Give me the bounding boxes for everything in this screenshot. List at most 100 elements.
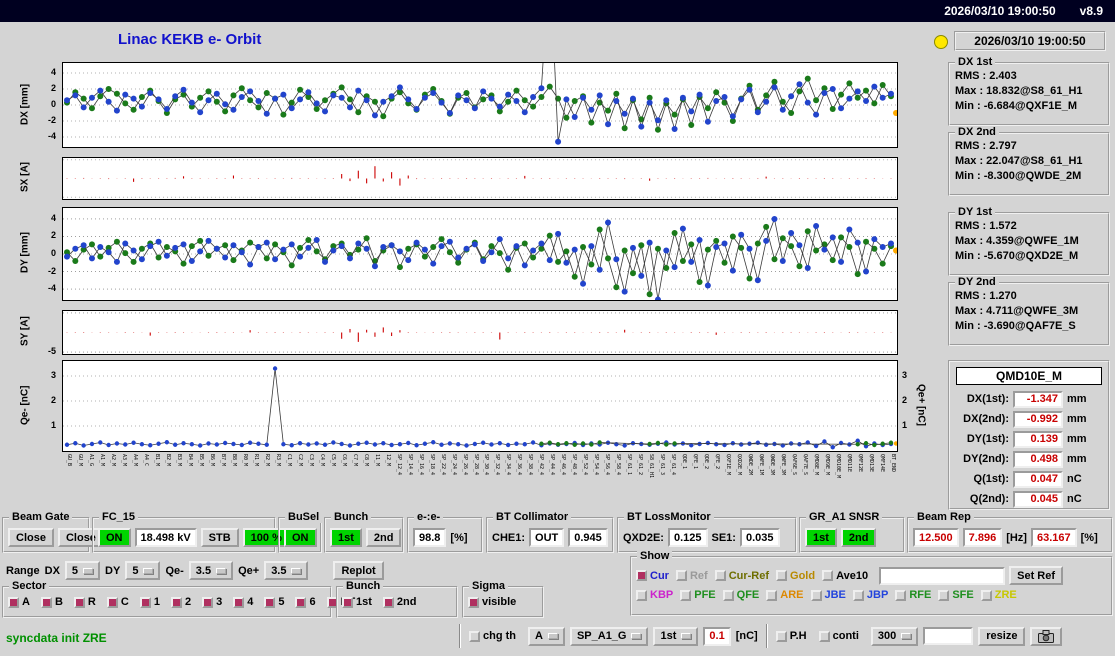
monitor-select[interactable]: SP_A1_G [569, 626, 649, 646]
che1-value[interactable]: 0.945 [568, 528, 608, 547]
bunch-1st-button[interactable]: 1st [330, 528, 362, 547]
range-qe-plus-value: 3.5 [271, 564, 287, 577]
y-tick-label: 2 [50, 83, 56, 93]
se1-value[interactable]: 0.035 [739, 528, 780, 547]
checkbox-label: 1st [356, 596, 372, 608]
checkbox-a[interactable]: A [8, 596, 30, 608]
x-axis-label: QAF6E_S [791, 454, 798, 476]
resize-button[interactable]: resize [978, 626, 1026, 646]
x-axis-label: SP_61_1 [626, 454, 633, 476]
bunch-select[interactable]: 1st [653, 626, 699, 646]
snsr-1st-button[interactable]: 1st [805, 528, 837, 547]
y-tick-label: -4 [47, 283, 56, 294]
fc15-stb-button[interactable]: STB [200, 528, 239, 547]
threshold-value[interactable]: 0.1 [703, 626, 731, 646]
qxd2e-value[interactable]: 0.125 [667, 528, 708, 547]
beam-rep-value-2[interactable]: 7.896 [962, 528, 1003, 547]
interval-input[interactable] [923, 627, 974, 645]
x-axis-label: C4_M [318, 454, 325, 467]
checkbox-p-h[interactable]: P.H [775, 630, 807, 642]
ref-file-input[interactable] [879, 566, 1006, 585]
checkbox-cur[interactable]: Cur [636, 570, 669, 582]
checkbox-qfe[interactable]: QFE [722, 589, 759, 601]
checkbox-2nd[interactable]: 2nd [382, 596, 416, 608]
checkbox-chg-th[interactable]: chg th [469, 630, 516, 642]
x-axis-label: SP_61_2 [637, 454, 644, 476]
x-axis-label: B1_M [153, 454, 160, 467]
checkbox-indicator [852, 589, 864, 601]
checkbox-cur-ref[interactable]: Cur-Ref [714, 570, 769, 582]
stat-min: Min : -5.670@QXD2E_M [955, 250, 1079, 262]
checkbox-indicator [202, 596, 214, 608]
bunch-2nd-button[interactable]: 2nd [365, 528, 402, 547]
fc15-on-button[interactable]: ON [98, 528, 131, 547]
camera-icon [1038, 629, 1055, 643]
checkbox-conti[interactable]: conti [818, 630, 859, 642]
bunch-select-frame: Bunch 1st 2nd [324, 511, 404, 553]
monitor-unit: mm [1067, 393, 1087, 405]
frame-title: Beam Gate [9, 511, 73, 523]
checkbox-label: PFE [694, 589, 716, 601]
checkbox-4[interactable]: 4 [233, 596, 253, 608]
checkbox-sfe[interactable]: SFE [938, 589, 974, 601]
checkbox-indicator [382, 596, 394, 608]
monitor-unit: mm [1067, 433, 1087, 445]
fc15-kv-value[interactable]: 18.498 kV [134, 528, 197, 547]
che1-state[interactable]: OUT [529, 528, 565, 547]
x-axis-label: QDE_2 [703, 454, 710, 470]
range-qe-minus-select[interactable]: 3.5 [188, 561, 234, 580]
checkbox-kbp[interactable]: KBP [636, 589, 673, 601]
x-axis-label: R3_M [274, 454, 281, 467]
checkbox-1st[interactable]: 1st [342, 596, 372, 608]
checkbox-6[interactable]: 6 [295, 596, 316, 608]
che1-label: CHE1: [492, 531, 526, 544]
x-axis-label: R2_M [263, 454, 270, 467]
checkbox-gold[interactable]: Gold [776, 570, 815, 582]
range-dy-select[interactable]: 5 [125, 561, 161, 580]
checkbox-rfe[interactable]: RFE [895, 589, 931, 601]
checkbox-indicator [264, 596, 276, 608]
y-tick-label: 3 [50, 370, 56, 380]
checkbox-b[interactable]: B [40, 596, 63, 608]
status-bar-controls: chg th A SP_A1_G 1st 0.1 [nC] P.H conti … [456, 624, 1063, 648]
checkbox-pfe[interactable]: PFE [680, 589, 716, 601]
beam-rep-value-3[interactable]: 63.167 [1030, 528, 1077, 547]
checkbox-zre[interactable]: ZRE [980, 589, 1017, 601]
checkbox-c[interactable]: C [106, 596, 129, 608]
checkbox-2[interactable]: 2 [170, 596, 191, 608]
interval-select[interactable]: 300 [870, 626, 919, 646]
beam-gate-close-button-1[interactable]: Close [8, 528, 54, 547]
checkbox-1[interactable]: 1 [139, 596, 160, 608]
dy-axis-title: DY [mm] [19, 232, 31, 274]
busel-on-button[interactable]: ON [284, 528, 317, 547]
x-axis-label: QAF7E_S [802, 454, 809, 476]
checkbox-3[interactable]: 3 [202, 596, 222, 608]
range-dx-select[interactable]: 5 [64, 561, 101, 580]
stat-max: Max : 22.047@S8_61_H1 [955, 155, 1083, 167]
range-label: Range [6, 564, 40, 577]
replot-button[interactable]: Replot [333, 561, 384, 580]
separator [765, 624, 768, 648]
checkbox-r[interactable]: R [73, 596, 96, 608]
checkbox-are[interactable]: ARE [766, 589, 804, 601]
x-axis-label: QFE_2 [714, 454, 721, 470]
titlebar-version: v8.9 [1079, 4, 1103, 18]
e-ratio-unit: [%] [450, 531, 468, 544]
x-axis-label: A3_M [120, 454, 127, 467]
x-axis-label: SP_18_4 [428, 454, 435, 476]
checkbox-ave10[interactable]: Ave10 [822, 570, 868, 582]
camera-button[interactable] [1030, 626, 1063, 646]
checkbox-ref[interactable]: Ref [675, 570, 708, 582]
checkbox-5[interactable]: 5 [264, 596, 284, 608]
frame-title: Beam Rep [914, 511, 974, 523]
checkbox-jbe[interactable]: JBE [810, 589, 846, 601]
range-qe-plus-select[interactable]: 3.5 [264, 561, 309, 580]
set-ref-button[interactable]: Set Ref [1009, 566, 1064, 585]
sector-select[interactable]: A [528, 626, 565, 646]
checkbox-jbp[interactable]: JBP [852, 589, 888, 601]
e-ratio-value[interactable]: 98.8 [413, 528, 447, 547]
snsr-2nd-button[interactable]: 2nd [840, 528, 877, 547]
checkbox-indicator [73, 596, 85, 608]
checkbox-visible[interactable]: visible [468, 596, 516, 608]
beam-rep-value-1[interactable]: 12.500 [913, 528, 959, 547]
